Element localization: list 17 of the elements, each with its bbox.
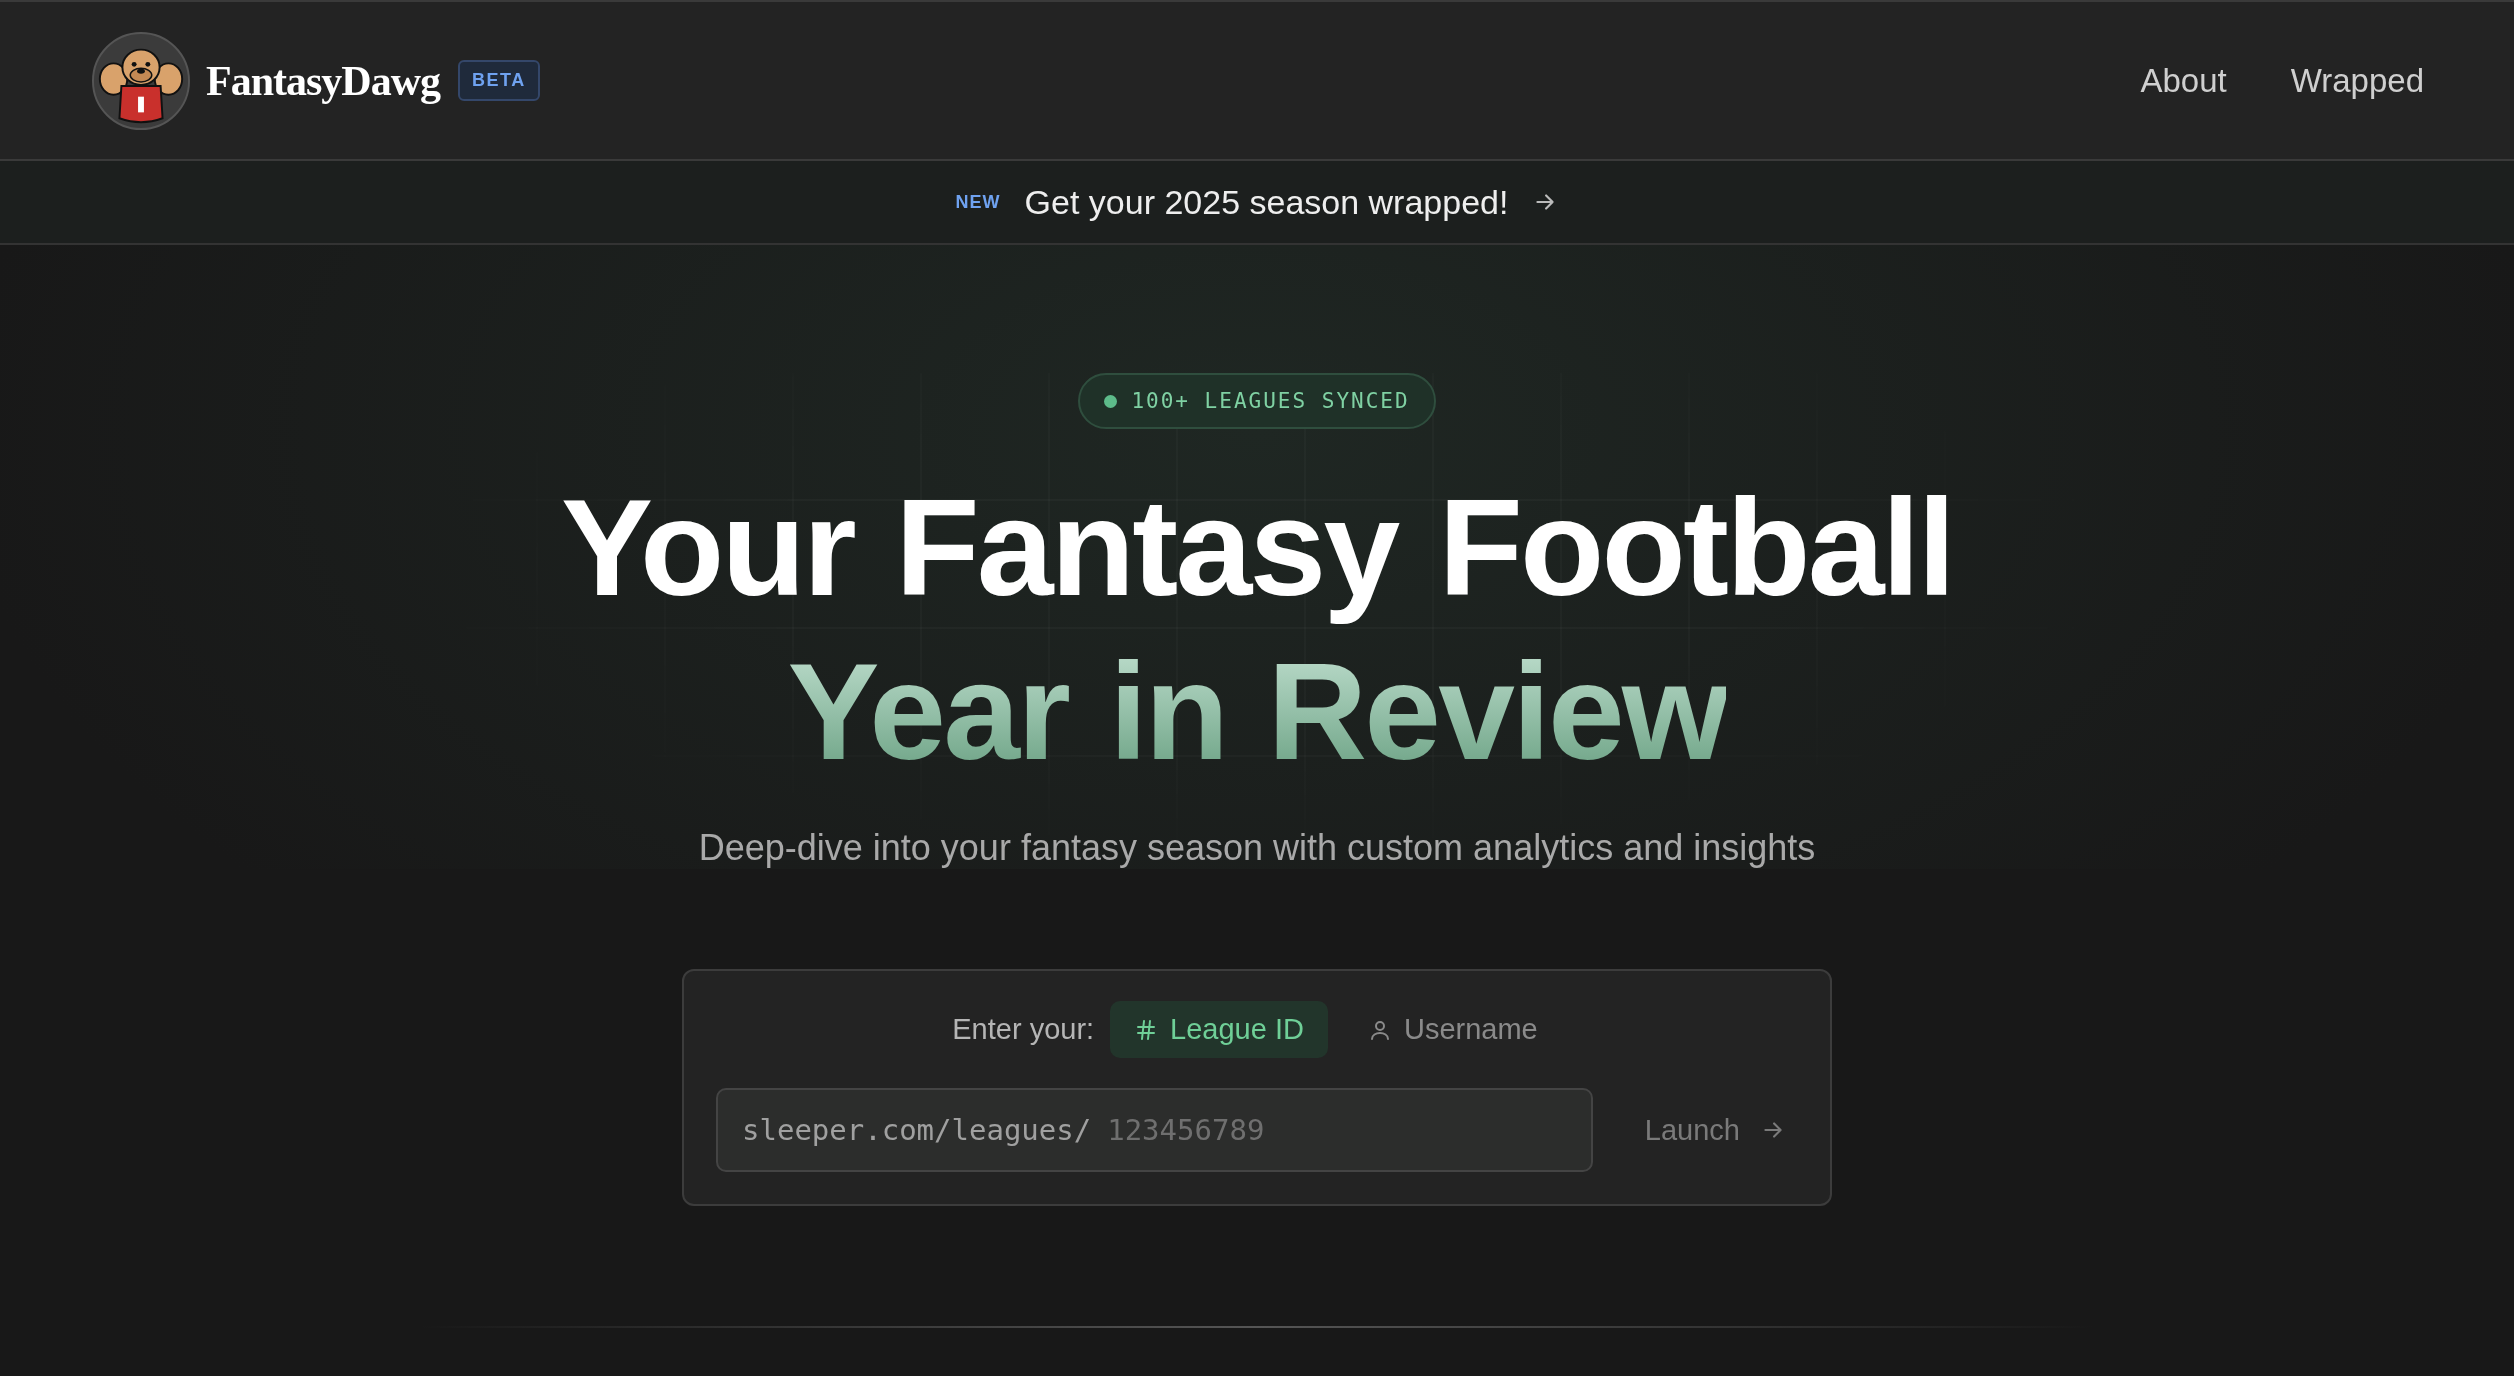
input-field[interactable]: 123456789 — [1105, 1112, 1567, 1148]
league-id-field[interactable]: sleeper.com/leagues/ 123456789 — [716, 1088, 1593, 1172]
beta-badge: BETA — [458, 60, 540, 101]
status-dot-icon — [1104, 394, 1118, 408]
brand-name: FantasyDawg — [206, 56, 440, 105]
input-mode-label: Enter your: — [952, 1013, 1095, 1046]
status-text: 100+ LEAGUES SYNCED — [1131, 389, 1410, 413]
subtitle: Deep-dive into your fantasy season with custom analytics and insights — [698, 827, 1816, 869]
nav-link[interactable]: Wrapped — [2290, 61, 2424, 100]
new-tag: NEW — [955, 191, 1001, 213]
launch-button[interactable]: Launch — [1632, 1101, 1798, 1159]
mode-tab[interactable]: Username — [1343, 1001, 1562, 1058]
mode-tab[interactable]: League ID — [1110, 1001, 1328, 1058]
nav-link[interactable]: About — [2140, 61, 2227, 100]
announcement-link[interactable]: Get your 2025 season wrapped! — [1024, 182, 1509, 222]
bulldog-logo-icon — [92, 31, 190, 130]
headline: Your Fantasy Football — [561, 469, 1953, 626]
